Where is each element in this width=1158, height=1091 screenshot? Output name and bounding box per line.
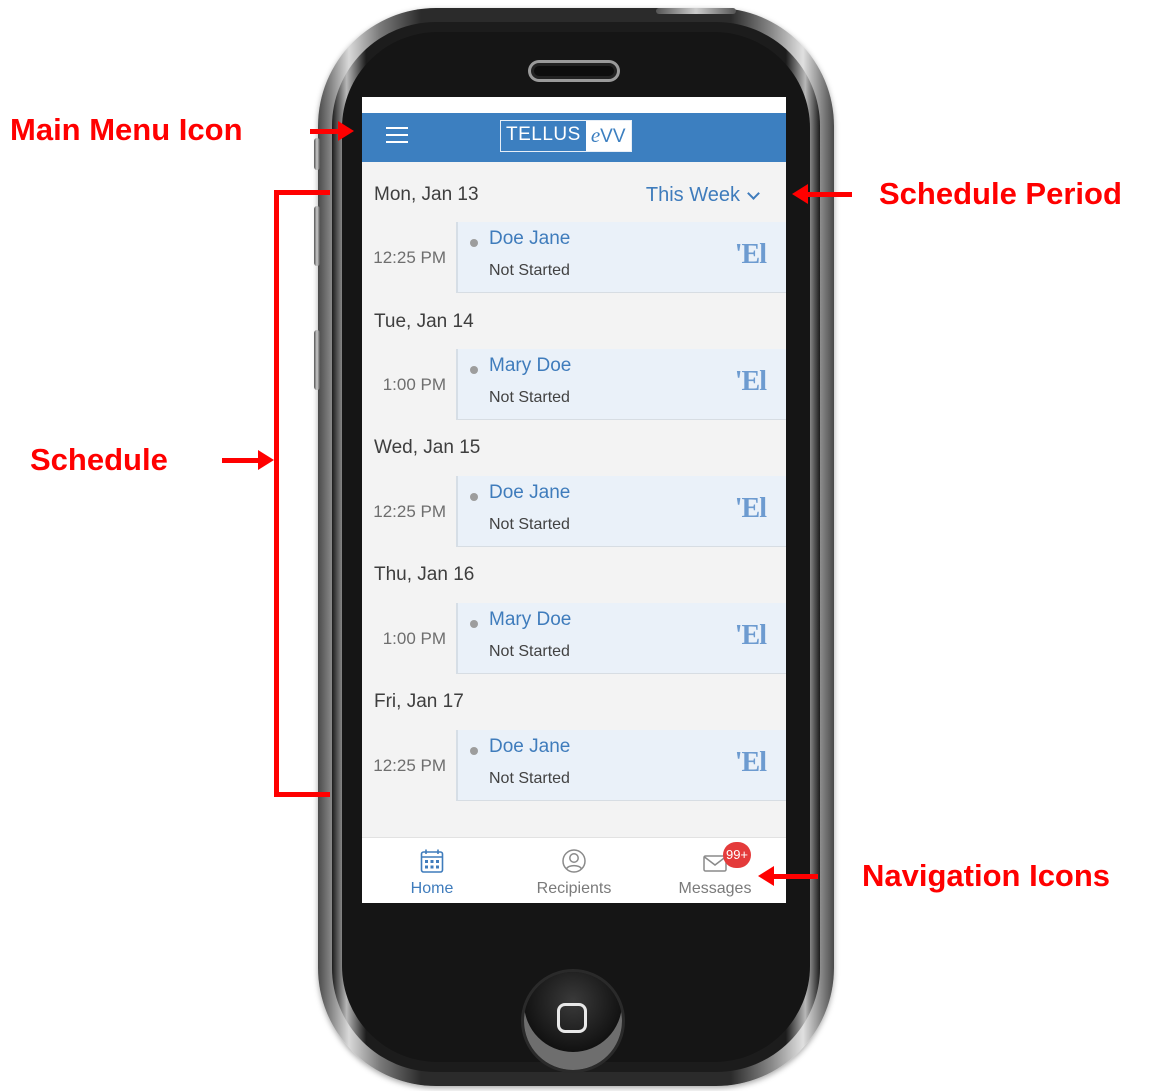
side-button — [314, 138, 320, 170]
schedule-annotation: Schedule — [30, 442, 168, 477]
status-dot-icon — [470, 620, 478, 628]
main-menu-annotation: Main Menu Icon — [10, 112, 243, 147]
schedule-list: Mon, Jan 13 This Week 12:25 PM Doe Jane … — [362, 162, 786, 837]
bottom-navigation: Home Recipients 99+ Messages — [362, 837, 786, 903]
arrow-icon — [772, 874, 818, 879]
visit-time: 1:00 PM — [382, 374, 446, 394]
schedule-row: 12:25 PM Doe Jane Not Started 'El — [362, 476, 786, 547]
recipient-name: Doe Jane — [489, 228, 571, 249]
visit-status: Not Started — [489, 262, 570, 279]
program-badge: 'El — [734, 366, 767, 397]
arrow-head-icon — [258, 450, 274, 470]
nav-recipients[interactable]: Recipients — [514, 838, 634, 903]
day-header: Tue, Jan 14 — [362, 293, 786, 355]
nav-home[interactable]: Home — [372, 838, 492, 903]
schedule-period-dropdown[interactable]: This Week — [645, 184, 760, 207]
visit-time: 1:00 PM — [382, 628, 446, 648]
schedule-bracket — [274, 190, 279, 797]
visit-card[interactable]: Doe Jane Not Started 'El — [456, 730, 786, 801]
day-header: Fri, Jan 17 — [362, 674, 786, 736]
tellus-evv-logo: TELLUS eVV — [500, 120, 632, 152]
visit-status: Not Started — [489, 770, 570, 787]
program-badge: 'El — [734, 620, 767, 651]
nav-messages-label: Messages — [678, 880, 752, 897]
visit-card[interactable]: Doe Jane Not Started 'El — [456, 222, 786, 293]
arrow-icon — [806, 192, 852, 197]
visit-time: 12:25 PM — [373, 755, 446, 775]
visit-card[interactable]: Mary Doe Not Started 'El — [456, 349, 786, 420]
day-label: Tue, Jan 14 — [374, 311, 474, 332]
day-label: Wed, Jan 15 — [374, 437, 481, 458]
schedule-row: 12:25 PM Doe Jane Not Started 'El — [362, 222, 786, 293]
home-square-icon — [557, 1003, 587, 1033]
messages-count-badge: 99+ — [723, 842, 751, 868]
calendar-icon — [420, 849, 444, 873]
schedule-bracket-bottom — [274, 792, 330, 797]
program-badge: 'El — [734, 747, 767, 778]
top-button — [656, 8, 736, 14]
nav-recipients-label: Recipients — [536, 880, 612, 897]
status-dot-icon — [470, 239, 478, 247]
day-header: Wed, Jan 15 — [362, 420, 786, 482]
chevron-down-icon — [747, 186, 760, 200]
visit-card[interactable]: Mary Doe Not Started 'El — [456, 603, 786, 674]
schedule-bracket-top — [274, 190, 330, 195]
period-label: This Week — [645, 184, 740, 206]
arrow-icon — [222, 458, 260, 463]
program-badge: 'El — [734, 239, 767, 270]
app-screen: TELLUS eVV Mon, Jan 13 This Week 12:25 P… — [362, 97, 786, 903]
schedule-row: 12:25 PM Doe Jane Not Started 'El — [362, 730, 786, 801]
speaker-grille — [528, 60, 620, 82]
day-header: Mon, Jan 13 This Week — [362, 162, 786, 224]
schedule-row: 1:00 PM Mary Doe Not Started 'El — [362, 603, 786, 674]
app-header: TELLUS eVV — [362, 113, 786, 162]
schedule-period-annotation: Schedule Period — [879, 176, 1122, 211]
program-badge: 'El — [734, 493, 767, 524]
schedule-row: 1:00 PM Mary Doe Not Started 'El — [362, 349, 786, 420]
recipient-name: Doe Jane — [489, 482, 571, 503]
visit-time: 12:25 PM — [373, 247, 446, 267]
status-dot-icon — [470, 366, 478, 374]
day-label: Mon, Jan 13 — [374, 184, 479, 205]
visit-time: 12:25 PM — [373, 501, 446, 521]
status-dot-icon — [470, 493, 478, 501]
arrow-head-icon — [338, 121, 354, 141]
visit-status: Not Started — [489, 643, 570, 660]
navigation-annotation: Navigation Icons — [862, 858, 1111, 893]
logo-evv: eVV — [585, 121, 631, 151]
side-button — [314, 206, 320, 266]
day-label: Thu, Jan 16 — [374, 564, 475, 585]
visit-status: Not Started — [489, 516, 570, 533]
day-header: Thu, Jan 16 — [362, 547, 786, 609]
visit-card[interactable]: Doe Jane Not Started 'El — [456, 476, 786, 547]
visit-status: Not Started — [489, 389, 570, 406]
status-dot-icon — [470, 747, 478, 755]
day-label: Fri, Jan 17 — [374, 691, 464, 712]
user-circle-icon — [562, 849, 586, 873]
nav-messages[interactable]: 99+ Messages — [655, 838, 775, 903]
recipient-name: Mary Doe — [489, 355, 572, 376]
logo-text: TELLUS — [506, 124, 581, 145]
nav-home-label: Home — [410, 880, 454, 897]
recipient-name: Mary Doe — [489, 609, 572, 630]
arrow-icon — [310, 129, 340, 134]
recipient-name: Doe Jane — [489, 736, 571, 757]
main-menu-icon[interactable] — [386, 127, 408, 145]
side-button — [314, 330, 320, 390]
